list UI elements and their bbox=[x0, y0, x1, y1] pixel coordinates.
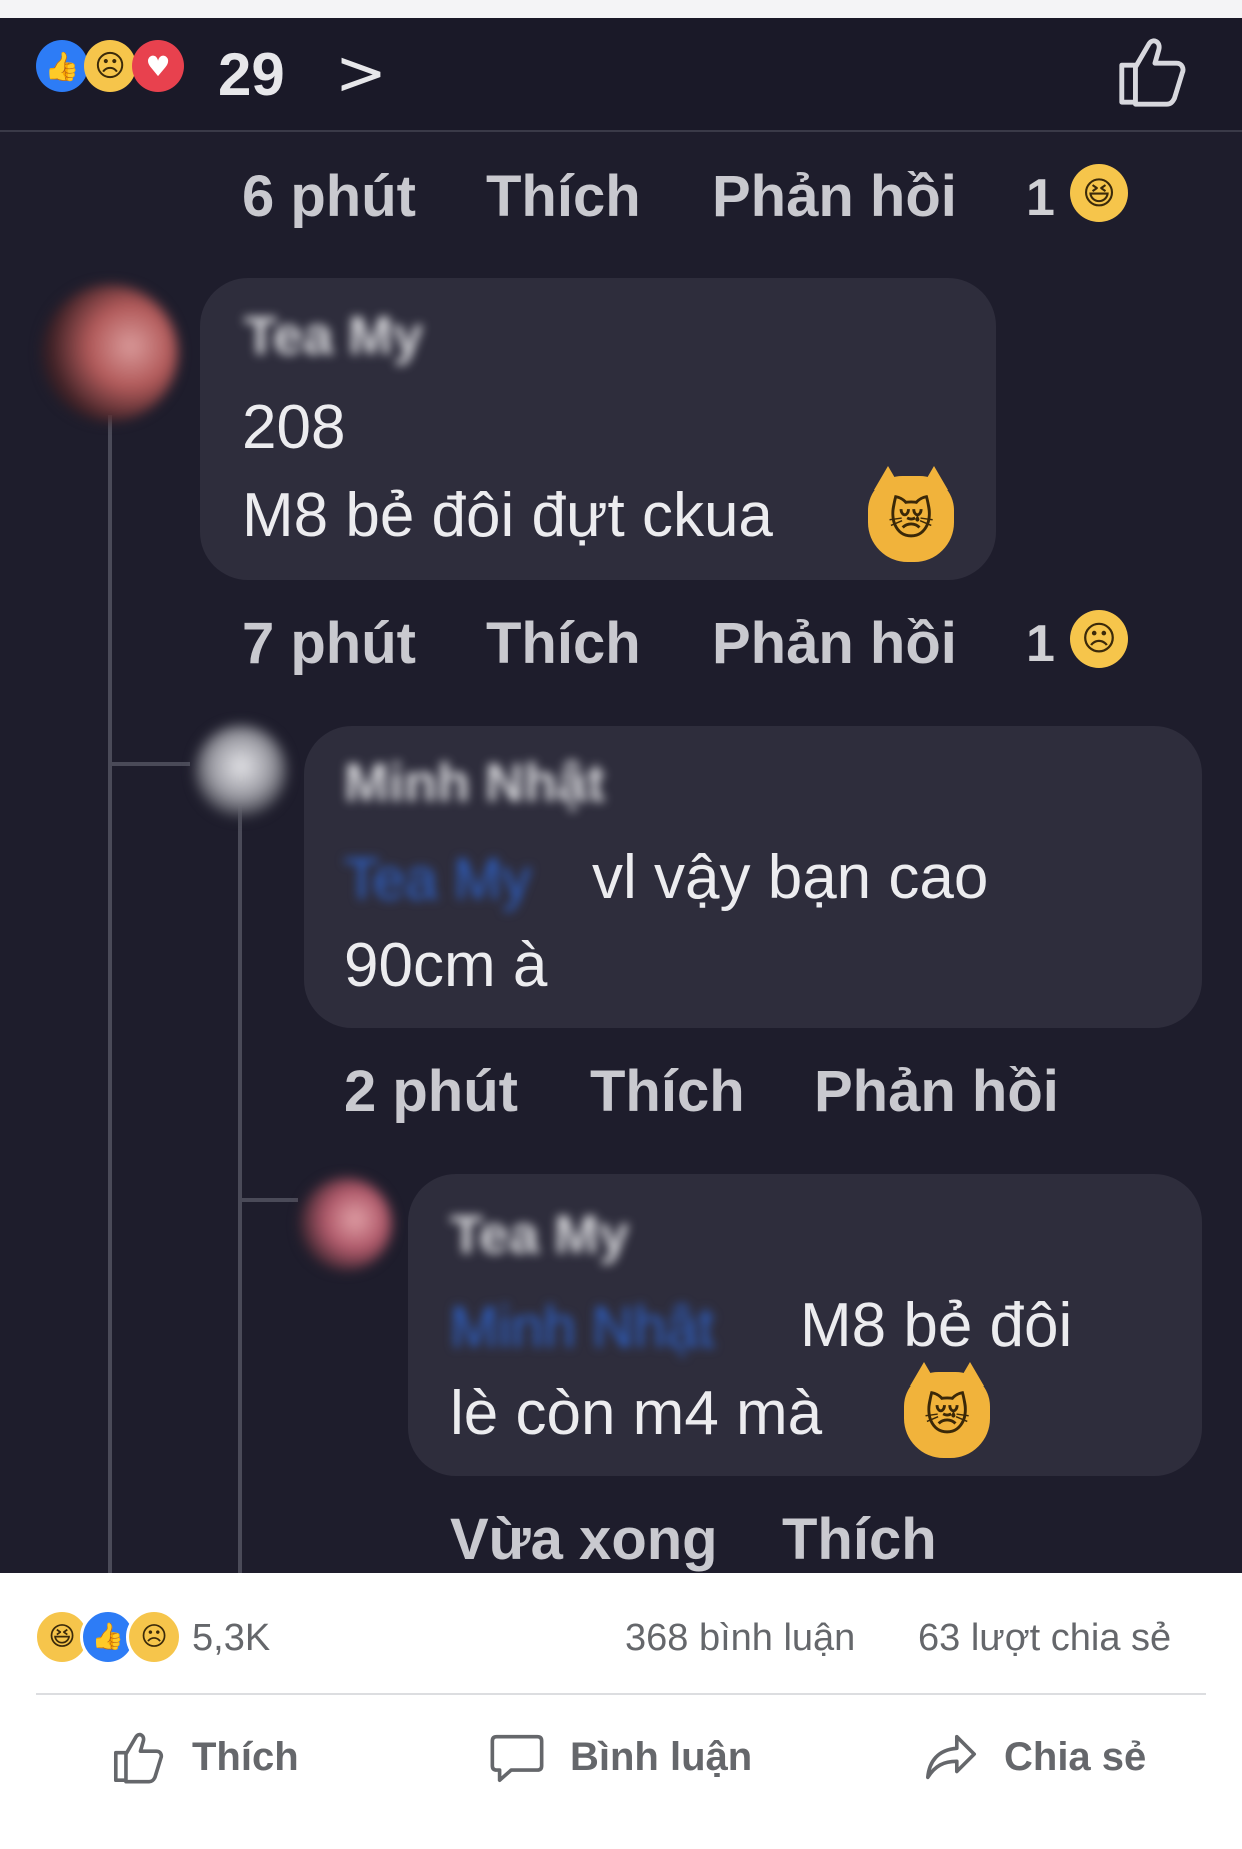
top-strip bbox=[0, 0, 1242, 18]
comment3-reply-link[interactable]: Phản hồi bbox=[814, 1058, 1059, 1125]
share-count-link[interactable]: 63 lượt chia sẻ bbox=[918, 1617, 1171, 1660]
sad-reaction-icon: ☹ bbox=[84, 40, 136, 92]
comment-icon bbox=[490, 1734, 544, 1783]
share-button[interactable]: Chia sẻ bbox=[922, 1722, 1146, 1792]
comment1-reaction-count: 1 bbox=[1026, 169, 1055, 227]
reaction-bar[interactable]: 👍 ☹ ♥ 29 > bbox=[0, 18, 1242, 132]
comment2-line2: M8 bẻ đôi đựt ckua bbox=[242, 481, 773, 550]
comment-screenshot-image: 👍 ☹ ♥ 29 > 6 phút Thích Phản hồi 1 😆 Tea… bbox=[0, 0, 1242, 1573]
avatar[interactable] bbox=[42, 285, 178, 421]
sad-reaction-icon: ☹ bbox=[126, 1609, 182, 1665]
comment2-line1: 208 bbox=[242, 393, 346, 462]
comment2-author[interactable]: Tea My bbox=[244, 305, 423, 367]
share-label: Chia sẻ bbox=[1004, 1734, 1147, 1779]
like-button[interactable]: Thích bbox=[110, 1722, 299, 1792]
crying-cat-icon: 😿 bbox=[904, 1362, 990, 1458]
avatar[interactable] bbox=[300, 1178, 392, 1270]
like-reaction-icon: 👍 bbox=[36, 40, 88, 92]
comment-button[interactable]: Bình luận bbox=[488, 1722, 752, 1792]
comment4-like-link[interactable]: Thích bbox=[782, 1506, 937, 1573]
comment4-mention[interactable]: Minh Nhật bbox=[450, 1294, 714, 1361]
comment2-reply-link[interactable]: Phản hồi bbox=[712, 610, 957, 677]
divider bbox=[36, 1693, 1206, 1695]
thread-line-nested bbox=[238, 805, 242, 1573]
comment3-like-link[interactable]: Thích bbox=[590, 1058, 745, 1125]
share-icon bbox=[925, 1734, 977, 1780]
comment3-line1: vl vậy bạn cao bbox=[592, 843, 989, 912]
comment1-like-link[interactable]: Thích bbox=[486, 163, 641, 230]
haha-reaction-icon: 😆 bbox=[1070, 164, 1128, 222]
like-label: Thích bbox=[192, 1734, 299, 1779]
comment4-author[interactable]: Tea My bbox=[450, 1204, 629, 1266]
comment-label: Bình luận bbox=[570, 1734, 753, 1779]
comment2-reaction-count: 1 bbox=[1026, 615, 1055, 673]
comment4-line2: lè còn m4 mà bbox=[450, 1379, 823, 1448]
reaction-count: 29 bbox=[218, 41, 285, 108]
reaction-total[interactable]: 5,3K bbox=[192, 1617, 270, 1660]
comment1-reply-link[interactable]: Phản hồi bbox=[712, 163, 957, 230]
comment-count-link[interactable]: 368 bình luận bbox=[625, 1617, 855, 1660]
comment4-time: Vừa xong bbox=[450, 1507, 718, 1572]
comment3-line2: 90cm à bbox=[344, 931, 548, 1000]
comment4-line1: M8 bẻ đôi bbox=[800, 1291, 1073, 1360]
comment2-like-link[interactable]: Thích bbox=[486, 610, 641, 677]
comment1-time: 6 phút bbox=[242, 164, 416, 229]
love-reaction-icon: ♥ bbox=[132, 40, 184, 92]
avatar[interactable] bbox=[195, 725, 287, 817]
comment2-time: 7 phút bbox=[242, 611, 416, 676]
thread-connector-nested bbox=[238, 1198, 298, 1202]
thread-connector bbox=[108, 762, 190, 766]
thumbs-up-icon bbox=[113, 1732, 164, 1784]
crying-cat-icon: 😿 bbox=[868, 466, 954, 562]
thread-line bbox=[108, 415, 112, 1573]
thumbs-up-icon[interactable] bbox=[1113, 32, 1193, 110]
comment3-time: 2 phút bbox=[344, 1059, 518, 1124]
comment3-author[interactable]: Minh Nhật bbox=[344, 752, 605, 814]
chevron-right-icon: > bbox=[335, 36, 387, 109]
sad-reaction-icon: ☹ bbox=[1070, 610, 1128, 668]
post-summary: 😆 👍 ☹ 5,3K 368 bình luận 63 lượt chia sẻ bbox=[0, 1573, 1242, 1693]
comment3-mention[interactable]: Tea My bbox=[344, 846, 531, 913]
